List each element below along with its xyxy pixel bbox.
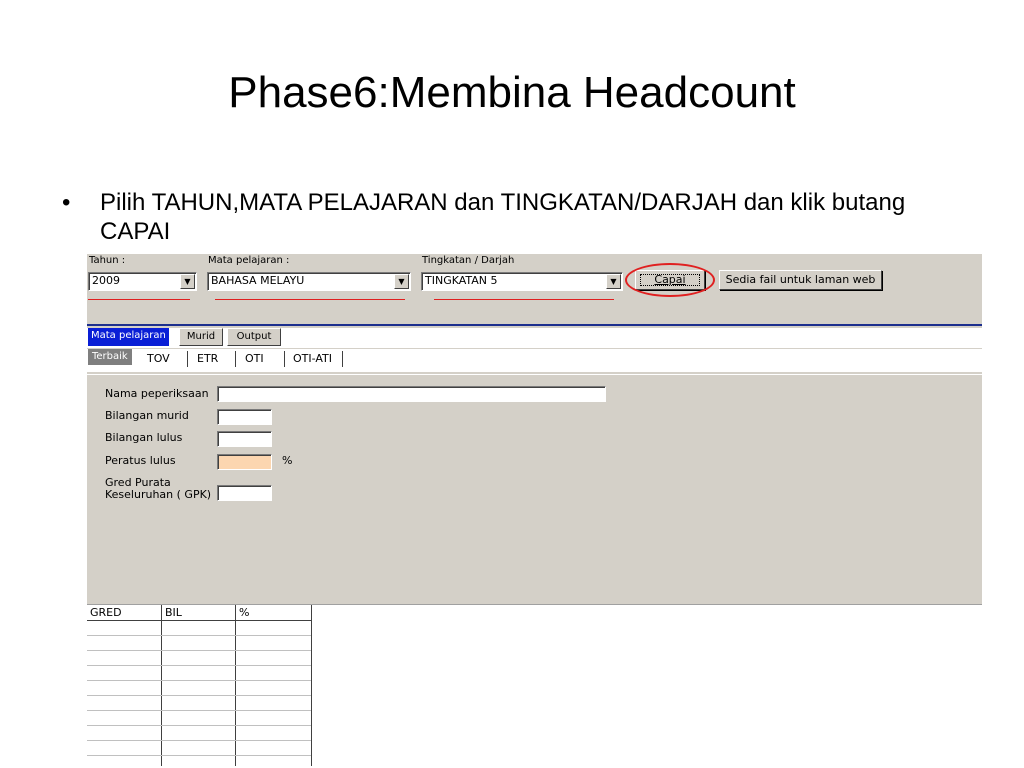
toolbar-divider xyxy=(87,324,982,326)
chevron-down-icon[interactable]: ▼ xyxy=(606,274,621,289)
table-row[interactable] xyxy=(87,695,311,696)
table-row[interactable] xyxy=(87,755,311,756)
table-row[interactable] xyxy=(87,680,311,681)
tingkatan-select[interactable]: TINGKATAN 5 ▼ xyxy=(421,272,623,291)
table-row[interactable] xyxy=(87,650,311,651)
sedia-fail-button[interactable]: Sedia fail untuk laman web xyxy=(719,270,882,290)
chevron-down-icon[interactable]: ▼ xyxy=(180,274,195,289)
tab-separator xyxy=(284,351,285,367)
sedia-fail-label: Sedia fail untuk laman web xyxy=(725,273,876,286)
tab-tov[interactable]: TOV xyxy=(147,350,170,368)
gpk-input[interactable] xyxy=(217,485,272,501)
col-header-gred: GRED xyxy=(90,606,122,619)
tab-oti-ati[interactable]: OTI-ATI xyxy=(293,350,332,368)
tab-terbaik[interactable]: Terbaik xyxy=(88,349,132,365)
peratus-lulus-label: Peratus lulus xyxy=(105,454,176,467)
tahun-select[interactable]: 2009 ▼ xyxy=(88,272,197,291)
col-header-bil: BIL xyxy=(165,606,182,619)
tab-separator xyxy=(187,351,188,367)
tab-mata-pelajaran[interactable]: Mata pelajaran xyxy=(88,328,169,346)
highlight-ellipse xyxy=(625,263,715,297)
tahun-label: Tahun : xyxy=(89,255,126,266)
bullet-dot: • xyxy=(62,189,71,216)
tab-oti[interactable]: OTI xyxy=(245,350,264,368)
mata-pelajaran-value: BAHASA MELAYU xyxy=(211,274,305,287)
sub-tabs: Terbaik TOV ETR OTI OTI-ATI xyxy=(87,349,982,372)
highlight-underline-mata xyxy=(215,299,405,300)
chevron-down-icon[interactable]: ▼ xyxy=(394,274,409,289)
tab-murid[interactable]: Murid xyxy=(179,328,223,346)
exam-form-panel: Nama peperiksaan Bilangan murid Bilangan… xyxy=(87,374,982,605)
table-row[interactable] xyxy=(87,740,311,741)
percent-sign: % xyxy=(282,454,293,467)
table-row[interactable] xyxy=(87,710,311,711)
table-row[interactable] xyxy=(87,725,311,726)
peratus-lulus-input[interactable] xyxy=(217,454,272,470)
highlight-underline-tahun xyxy=(88,299,190,300)
nama-peperiksaan-label: Nama peperiksaan xyxy=(105,387,209,400)
selection-toolbar: Tahun : 2009 ▼ Mata pelajaran : BAHASA M… xyxy=(87,254,982,324)
app-window: Tahun : 2009 ▼ Mata pelajaran : BAHASA M… xyxy=(87,254,982,766)
tingkatan-label: Tingkatan / Darjah xyxy=(422,255,515,266)
table-row[interactable] xyxy=(87,635,311,636)
bilangan-murid-input[interactable] xyxy=(217,409,272,425)
grade-table-header: GRED BIL % xyxy=(87,605,311,621)
highlight-underline-tingkatan xyxy=(434,299,614,300)
grid-column-divider xyxy=(161,605,162,766)
tab-separator xyxy=(342,351,343,367)
tab-etr[interactable]: ETR xyxy=(197,350,218,368)
grid-column-divider xyxy=(235,605,236,766)
mata-pelajaran-select[interactable]: BAHASA MELAYU ▼ xyxy=(207,272,411,291)
col-header-percent: % xyxy=(239,606,250,619)
bullet-text: Pilih TAHUN,MATA PELAJARAN dan TINGKATAN… xyxy=(100,189,906,245)
gpk-label-line2: Keseluruhan ( GPK) xyxy=(105,488,212,501)
slide-title: Phase6:Membina Headcount xyxy=(228,68,796,117)
grade-area: GRED BIL % xyxy=(87,604,982,766)
tab-output[interactable]: Output xyxy=(227,328,281,346)
tingkatan-value: TINGKATAN 5 xyxy=(425,274,498,287)
nama-peperiksaan-input[interactable] xyxy=(217,386,606,402)
table-row[interactable] xyxy=(87,665,311,666)
tab-separator xyxy=(235,351,236,367)
mata-pelajaran-label: Mata pelajaran : xyxy=(208,255,290,266)
bilangan-lulus-label: Bilangan lulus xyxy=(105,431,183,444)
tahun-value: 2009 xyxy=(92,274,120,287)
grade-table[interactable]: GRED BIL % xyxy=(87,605,312,766)
bilangan-lulus-input[interactable] xyxy=(217,431,272,447)
main-tabs: Mata pelajaran Murid Output xyxy=(87,328,982,348)
bilangan-murid-label: Bilangan murid xyxy=(105,409,189,422)
